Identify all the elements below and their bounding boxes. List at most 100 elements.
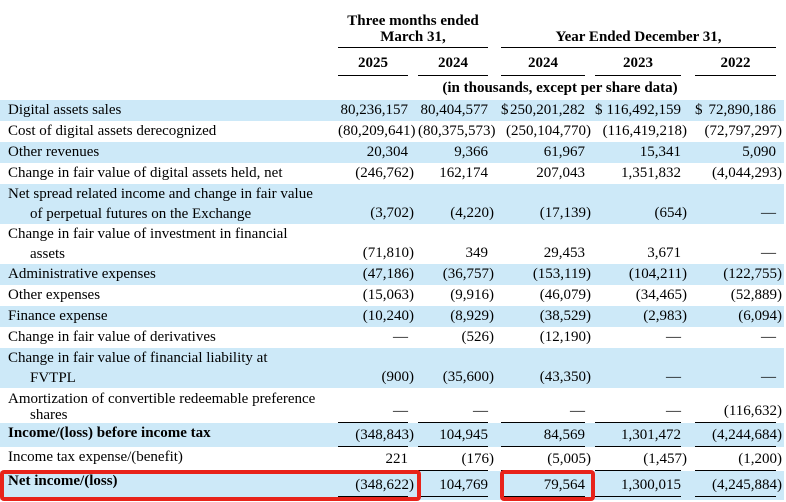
cell-value: 80,236,157 [341,101,409,120]
financial-statement-page: Three months ended March 31, Year Ended … [0,0,786,502]
units-note-row: (in thousands, except per share data) [0,76,784,100]
cell-2022-fy: (4,044,293) [689,163,784,184]
row-label-cell: Digital assets sales [0,100,336,121]
row-label-cell: Income/(loss) before income tax [0,423,336,447]
cell-value: (38,529) [540,307,591,326]
col-header-2025-q1: 2025 [336,48,416,76]
table-row: Cost of digital assets derecognized (80,… [0,121,784,142]
cell-2022-fy: (122,755) [689,264,784,285]
table-row: Amortization of convertible redeemable p… [0,388,784,423]
table-row: Digital assets sales 80,236,157 80,404,5… [0,100,784,121]
cell-value: (6,094) [738,307,782,326]
cell-2024-fy: (17,139) [496,184,593,224]
cell-value: (72,797,297) [705,122,783,141]
cell-2024-fy: (250,104,770) [496,121,593,142]
cell-2024-q1: (8,929) [416,306,496,327]
cell-value: 9,366 [454,143,488,162]
cell-value: (1,457) [643,450,687,469]
table-row: Other revenues 20,304 9,366 61,967 15,34… [0,142,784,163]
row-label-line2: FVTPL [8,368,336,388]
cell-2024-fy: 84,569 [496,423,593,447]
cell-value: — [761,204,776,223]
table-row: Change in fair value of derivatives — (5… [0,327,784,348]
cell-2025-q1: (47,186) [336,264,416,285]
cell-2024-q1: (80,375,573) [416,121,496,142]
table-row: Other expenses (15,063) (9,916) (46,079)… [0,285,784,306]
cell-value: 80,404,577 [421,101,489,120]
cell-value: — [393,328,408,347]
cell-value: (43,350) [540,368,591,387]
cell-value: (8,929) [450,307,494,326]
row-label-line2: assets [8,244,336,264]
table-row: Income/(loss) before income tax (348,843… [0,423,784,447]
col-header-2023-fy: 2023 [593,48,689,76]
cell-2022-fy: $72,890,186 [689,100,784,121]
cell-value: (4,044,293) [712,164,782,183]
cell-value: — [761,328,776,347]
currency-symbol: $ [595,101,603,120]
row-label: Other revenues [8,142,336,162]
cell-2024-q1: — [416,388,496,423]
cell-value: (71,810) [363,244,414,263]
row-label: Income tax expense/(benefit) [8,447,336,467]
row-label-cell: Other expenses [0,285,336,306]
cell-value: (52,889) [731,286,782,305]
cell-value: (4,244,684) [712,426,782,445]
cell-2022-fy: — [689,184,784,224]
cell-2024-fy: (12,190) [496,327,593,348]
cell-value: 250,201,282 [510,101,585,120]
cell-2025-q1: (10,240) [336,306,416,327]
cell-2024-fy: $250,201,282 [496,100,593,121]
row-label-cell: Change in fair value of digital assets h… [0,163,336,184]
cell-2024-q1: (526) [416,327,496,348]
cell-value: (36,757) [443,265,494,284]
cell-value: 104,769 [439,476,488,495]
cell-value: 15,341 [640,143,681,162]
cell-2023-fy: 15,341 [593,142,689,163]
row-label: Finance expense [8,306,336,326]
cell-value: 162,174 [439,164,488,183]
cell-2023-fy: 1,300,015 [593,471,689,500]
table-row: Income tax expense/(benefit) 221 (176) (… [0,447,784,471]
cell-value: (2,983) [643,307,687,326]
cell-2023-fy: (34,465) [593,285,689,306]
cell-2024-q1: 104,769 [416,471,496,500]
cell-2023-fy: 3,671 [593,224,689,264]
cell-value: — [666,328,681,347]
table-row: Change in fair value of investment in fi… [0,224,784,264]
cell-2024-fy: — [496,388,593,423]
cell-value: 84,569 [544,426,585,445]
cell-value: (250,104,770) [506,122,591,141]
cell-value: (116,419,218) [603,122,687,141]
highlight-box-2024-annual-net-income [500,470,595,501]
cell-value: 1,301,472 [621,426,681,445]
cell-2024-q1: (9,916) [416,285,496,306]
cell-value: 221 [386,450,409,469]
group-year-ended-label: Year Ended December 31, [501,29,776,48]
cell-2022-fy: 5,090 [689,142,784,163]
cell-2022-fy: — [689,224,784,264]
table-row: Finance expense (10,240) (8,929) (38,529… [0,306,784,327]
cell-value: (46,079) [540,286,591,305]
units-note-cell: (in thousands, except per share data) [336,76,784,100]
cell-value: (4,245,884) [712,476,782,495]
table-row: Change in fair value of financial liabil… [0,348,784,388]
cell-2024-q1: (176) [416,447,496,471]
cell-2024-fy: (38,529) [496,306,593,327]
cell-2025-q1: (246,762) [336,163,416,184]
cell-value: 29,453 [544,244,585,263]
row-label-line2: shares [8,407,336,423]
cell-value: (10,240) [363,307,414,326]
col-group-three-months: Three months ended March 31, [336,0,496,48]
cell-2024-fy: 29,453 [496,224,593,264]
cell-value: (3,702) [370,204,414,223]
cell-2022-fy: (6,094) [689,306,784,327]
cell-value: (104,211) [629,265,687,284]
cell-2023-fy: — [593,327,689,348]
cell-value: 207,043 [536,164,585,183]
row-label: Change in fair value of investment in fi… [8,224,336,244]
cell-value: (17,139) [540,204,591,223]
cell-value: 1,351,832 [621,164,681,183]
cell-2024-fy: (43,350) [496,348,593,388]
cell-value: — [570,402,585,421]
